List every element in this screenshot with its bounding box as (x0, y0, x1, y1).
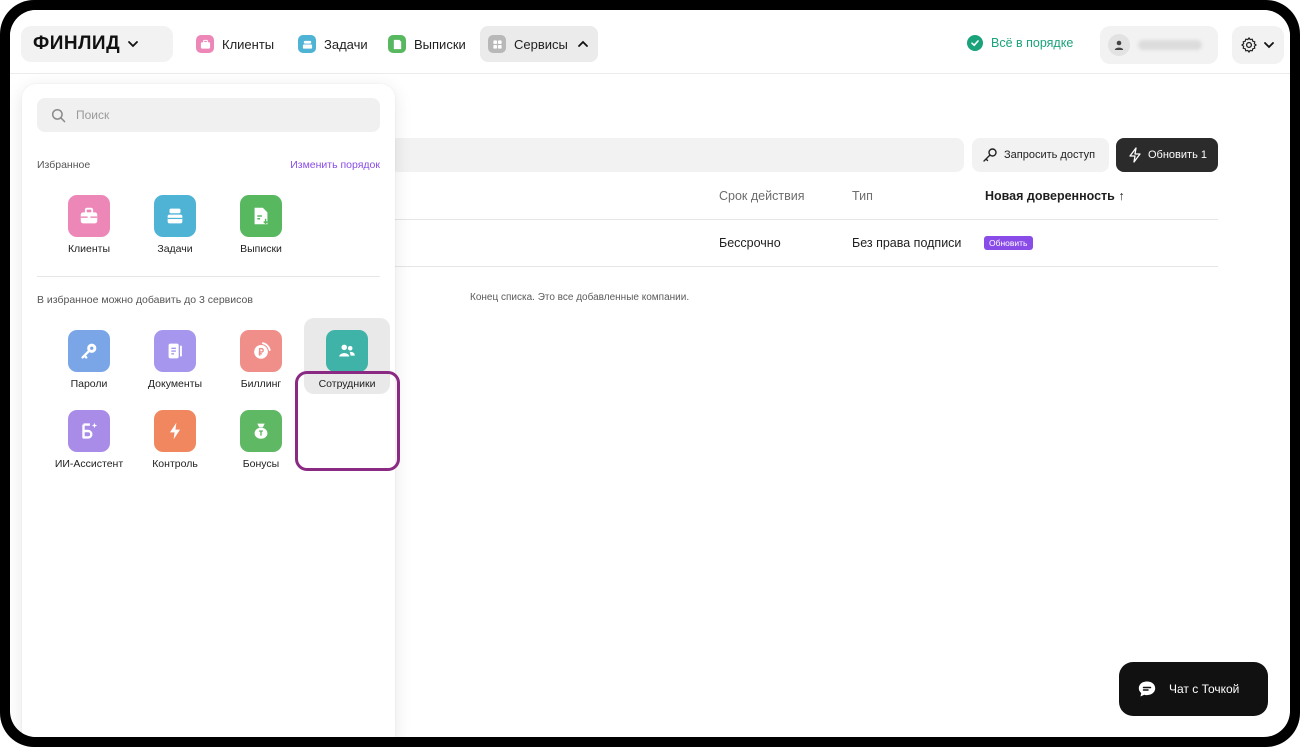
favorite-tasks[interactable]: Задачи (132, 195, 218, 265)
people-icon (326, 330, 368, 372)
nav-clients[interactable]: Клиенты (188, 26, 282, 62)
tile-label: Пароли (70, 378, 108, 390)
row-term: Бессрочно (719, 236, 781, 250)
service-bonuses[interactable]: Бонусы (218, 410, 304, 480)
tile-label: Биллинг (240, 378, 282, 390)
document-icon (388, 35, 406, 53)
divider (390, 266, 1218, 267)
nav-services[interactable]: Сервисы (480, 26, 598, 62)
chat-button[interactable]: Чат с Точкой (1119, 662, 1268, 716)
service-documents[interactable]: Документы (132, 330, 218, 400)
tile-label: Клиенты (67, 243, 111, 255)
top-header: ФИНЛИД Клиенты Задачи Выписки Сервисы Вс… (10, 10, 1290, 74)
gear-icon (1241, 37, 1257, 53)
favorite-statements[interactable]: Выписки (218, 195, 304, 265)
ai-icon (68, 410, 110, 452)
service-employees[interactable]: Сотрудники (304, 318, 390, 394)
lightning-icon (154, 410, 196, 452)
status-indicator[interactable]: Всё в порядке (967, 35, 1073, 51)
key-icon (68, 330, 110, 372)
companies-search[interactable] (390, 138, 964, 172)
nav-services-label: Сервисы (514, 36, 568, 52)
document-icon (240, 195, 282, 237)
settings-button[interactable] (1232, 26, 1284, 64)
tile-label: Задачи (157, 243, 193, 255)
tile-label: Выписки (240, 243, 282, 255)
request-access-label: Запросить доступ (1004, 149, 1096, 161)
service-billing[interactable]: Биллинг (218, 330, 304, 400)
update-button[interactable]: Обновить 1 (1116, 138, 1218, 172)
chevron-up-icon (577, 40, 588, 47)
device-frame: ФИНЛИД Клиенты Задачи Выписки Сервисы Вс… (0, 0, 1300, 747)
briefcase-icon (196, 35, 214, 53)
services-search[interactable] (37, 98, 380, 132)
grid-icon (488, 35, 506, 53)
favorites-heading: Избранное (37, 159, 91, 171)
tile-label: Бонусы (242, 458, 280, 470)
briefcase-icon (68, 195, 110, 237)
tile-label: ИИ-Ассистент (54, 458, 124, 470)
update-badge[interactable]: Обновить (984, 236, 1033, 250)
chat-bubble-icon (1138, 681, 1156, 697)
nav-clients-label: Клиенты (222, 36, 275, 52)
user-name-blurred (1138, 40, 1202, 50)
service-ai-assistant[interactable]: ИИ-Ассистент (46, 410, 132, 480)
update-label: Обновить 1 (1148, 149, 1207, 161)
nav-tasks[interactable]: Задачи (290, 26, 376, 62)
user-menu[interactable] (1100, 26, 1218, 64)
row-type: Без права подписи (852, 236, 962, 250)
divider (37, 276, 380, 277)
add-hint-text: В избранное можно добавить до 3 сервисов (37, 294, 253, 306)
logo: ФИНЛИД (33, 33, 121, 54)
org-switcher[interactable]: ФИНЛИД (21, 26, 173, 62)
user-icon (1108, 34, 1130, 56)
stack-icon (154, 195, 196, 237)
service-passwords[interactable]: Пароли (46, 330, 132, 400)
service-control[interactable]: Контроль (132, 410, 218, 480)
chat-label: Чат с Точкой (1169, 682, 1240, 696)
search-input[interactable] (76, 108, 356, 122)
docs-icon (154, 330, 196, 372)
end-of-list-text: Конец списка. Это все добавленные компан… (470, 292, 690, 303)
request-access-button[interactable]: Запросить доступ (972, 138, 1109, 172)
key-icon (983, 148, 997, 162)
services-dropdown: Избранное Изменить порядок Клиенты Задач… (22, 84, 400, 737)
tile-label: Контроль (152, 458, 198, 470)
divider (390, 219, 1218, 220)
nav-statements-label: Выписки (414, 36, 466, 52)
tile-label: Сотрудники (318, 378, 376, 390)
moneybag-icon (240, 410, 282, 452)
status-text: Всё в порядке (991, 36, 1074, 50)
col-new-poa[interactable]: Новая доверенность ↑ (985, 189, 1125, 203)
lightning-icon (1129, 147, 1141, 163)
nav-statements[interactable]: Выписки (380, 26, 474, 62)
chevron-down-icon (1264, 42, 1274, 49)
check-icon (967, 35, 983, 51)
edit-order-link[interactable]: Изменить порядок (290, 159, 380, 171)
favorite-clients[interactable]: Клиенты (46, 195, 132, 265)
stack-icon (298, 35, 316, 53)
ruble-icon (240, 330, 282, 372)
tile-label: Документы (147, 378, 203, 390)
search-icon (51, 108, 66, 122)
chevron-down-icon (128, 41, 139, 48)
col-term[interactable]: Срок действия (719, 189, 804, 203)
nav-tasks-label: Задачи (324, 36, 368, 52)
col-type[interactable]: Тип (852, 189, 873, 203)
app-screen: ФИНЛИД Клиенты Задачи Выписки Сервисы Вс… (10, 10, 1290, 737)
